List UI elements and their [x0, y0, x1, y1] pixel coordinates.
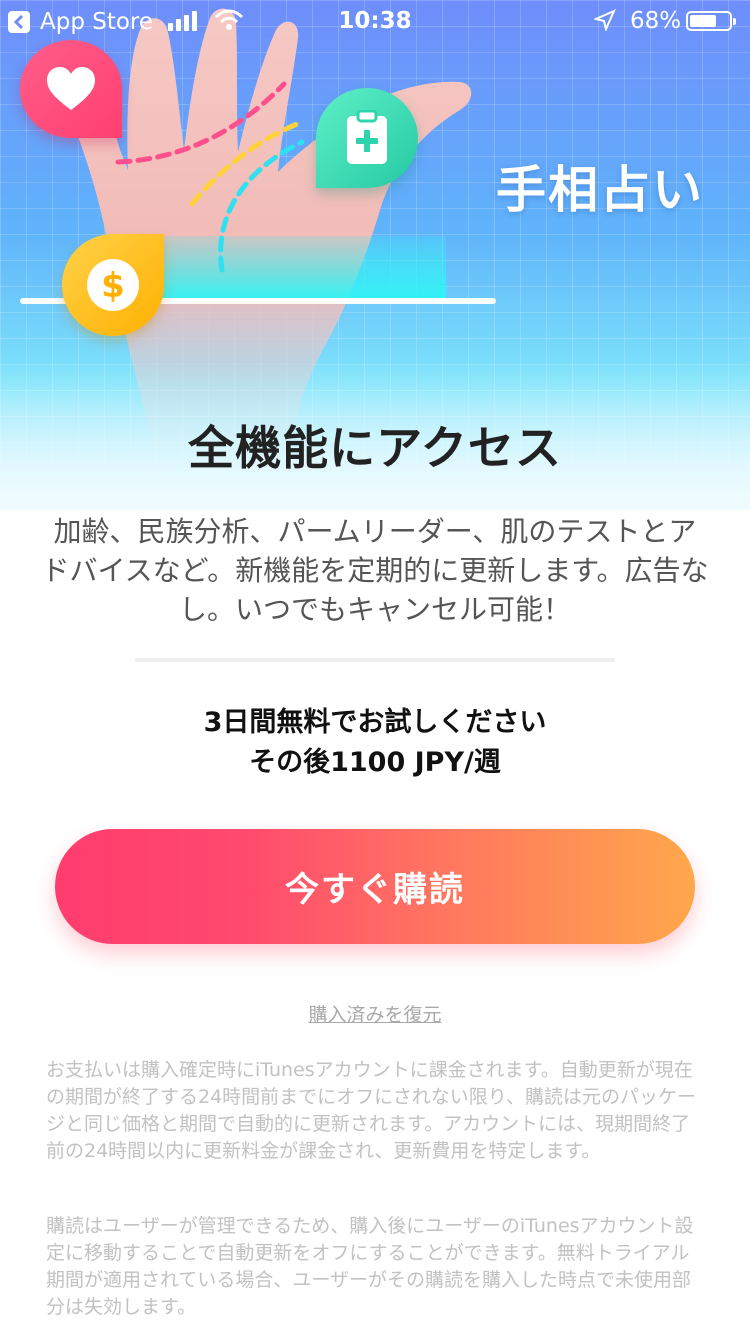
coin-badge: $: [62, 234, 164, 336]
feature-description: 加齢、民族分析、パームリーダー、肌のテストとアドバイスなど。新機能を定期的に更新…: [41, 515, 709, 626]
price-text: その後1100 JPY/週: [249, 747, 501, 778]
battery-percent: 68%: [630, 8, 682, 34]
medical-badge: [316, 88, 418, 188]
legal-text-cancellation: 購読はユーザーが管理できるため、購入後にユーザーのiTunesアカウント設定に移…: [46, 1215, 694, 1318]
heart-icon: [47, 67, 95, 110]
hero-title: 手相占い: [496, 161, 704, 219]
page-title: 全機能にアクセス: [188, 421, 562, 475]
divider: [135, 658, 615, 662]
trial-info: 3日間無料でお試しください その後1100 JPY/週: [0, 703, 750, 783]
dollar-coin-icon: $: [87, 259, 139, 311]
subscribe-button[interactable]: 今すぐ購読: [55, 829, 695, 944]
svg-text:$: $: [101, 266, 125, 306]
restore-purchase-link[interactable]: 購入済みを復元: [0, 1000, 750, 1027]
location-arrow-icon: [594, 9, 616, 31]
battery-icon: [686, 11, 736, 31]
legal-text-billing: お支払いは購入確定時にiTunesアカウントに課金されます。自動更新が現在の期間…: [46, 1059, 697, 1162]
medical-clipboard-icon: [347, 110, 387, 164]
trial-offer-text: 3日間無料でお試しください: [203, 707, 547, 738]
heart-badge: [20, 40, 122, 138]
status-bar: App Store 10:38 68%: [0, 0, 750, 42]
